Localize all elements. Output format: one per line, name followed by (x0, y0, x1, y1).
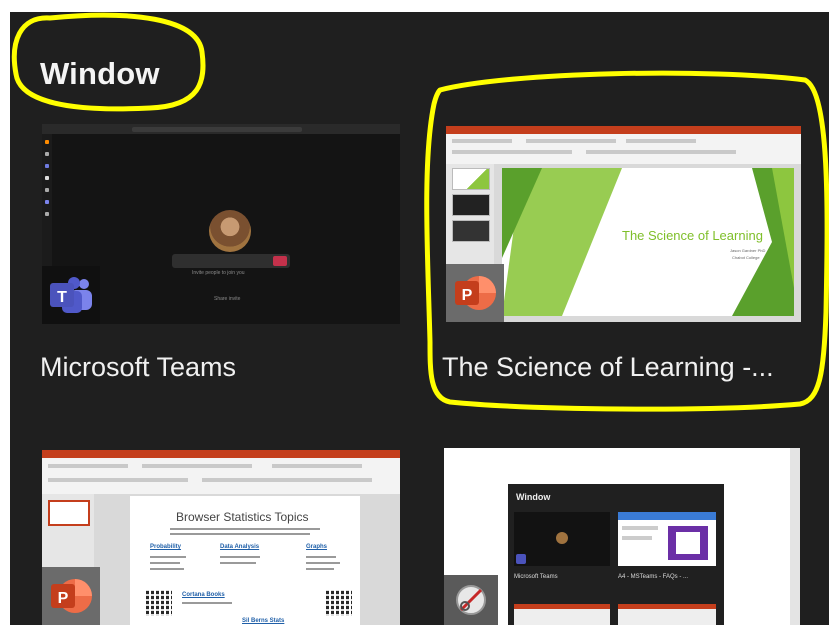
call-hint-text: Invite people to join you (192, 270, 245, 276)
nested-caption-1: Microsoft Teams (514, 574, 558, 580)
doc-heading-1: Probability (150, 544, 182, 550)
window-thumbnail-powerpoint-stats[interactable]: Browser Statistics Topics Probability Da… (42, 450, 400, 625)
window-caption-teams: Microsoft Teams (40, 352, 237, 382)
powerpoint-badge: P (446, 264, 504, 322)
teams-badge: T (42, 266, 100, 324)
window-thumbnail-screenshot[interactable]: Window Microsoft Teams A4 - MSTeams - FA… (444, 448, 800, 625)
teams-titlebar (42, 124, 400, 134)
powerpoint-titlebar (42, 450, 400, 458)
powerpoint-icon: P (455, 276, 496, 310)
avatar (209, 210, 251, 252)
window-caption-powerpoint-science: The Science of Learning -... (442, 352, 774, 382)
slide-title: The Science of Learning (622, 228, 763, 243)
qr-code-right (326, 590, 352, 616)
scrollbar (790, 448, 800, 625)
slide-canvas: Browser Statistics Topics Probability Da… (94, 494, 400, 625)
svg-text:P: P (58, 590, 69, 607)
nested-title: Window (516, 492, 551, 502)
window-switcher-panel: Window Invite people to join you Share i… (10, 12, 829, 625)
svg-text:T: T (57, 289, 67, 306)
nested-thumb-browser (618, 512, 716, 566)
snipping-badge (444, 575, 498, 625)
nested-switcher-panel: Window Microsoft Teams A4 - MSTeams - FA… (508, 484, 724, 625)
window-thumbnail-powerpoint-science[interactable]: The Science of Learning Jason Gardner Ph… (446, 126, 801, 322)
powerpoint-badge: P (42, 567, 100, 625)
nested-caption-2: A4 - MSTeams - FAQs - ... (618, 574, 689, 580)
slide-subtitle-1: Jason Gardner PhD (730, 248, 766, 253)
doc-heading-3: Graphs (306, 544, 328, 550)
qr-code-left (146, 590, 172, 616)
teams-icon: T (50, 277, 92, 313)
doc-title: Browser Statistics Topics (176, 510, 309, 524)
section-title: Window (40, 56, 160, 91)
hang-up-icon (273, 256, 287, 266)
teams-search-bar (132, 127, 302, 132)
snipping-tool-icon (456, 585, 486, 615)
powerpoint-ribbon (446, 134, 801, 165)
slide-canvas: The Science of Learning Jason Gardner Ph… (494, 164, 801, 322)
slide-subtitle-2: Chabot College (732, 255, 760, 260)
doc-heading-2: Data Analysis (220, 544, 260, 550)
window-thumbnail-teams[interactable]: Invite people to join you Share invite T (42, 124, 400, 324)
share-invite-link: Share invite (214, 296, 241, 302)
powerpoint-ribbon (42, 458, 400, 495)
qr-heading: Cortana Books (182, 592, 225, 598)
call-controls-bar (172, 254, 290, 268)
powerpoint-icon: P (51, 579, 92, 613)
qr-subheading: Sil Berns Stats (242, 618, 285, 624)
svg-text:P: P (462, 287, 473, 304)
powerpoint-titlebar (446, 126, 801, 134)
nested-thumb-teams (514, 512, 610, 566)
